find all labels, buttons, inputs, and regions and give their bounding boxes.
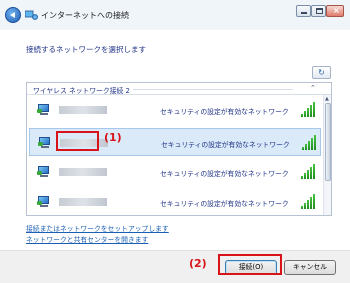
collapse-chevron-icon[interactable]: ⌃ [310, 84, 316, 92]
wireless-computer-icon [38, 137, 52, 150]
refresh-button[interactable]: ↻ [312, 66, 331, 79]
wireless-computer-icon [37, 196, 51, 209]
annotation-label-1: (1) [104, 131, 122, 144]
signal-bar [310, 167, 312, 179]
network-row[interactable]: セキュリティの設定が有効なネットワーク [29, 96, 321, 124]
signal-strength-icon [302, 135, 318, 150]
scroll-up-icon[interactable]: ▲ [325, 96, 329, 102]
network-security-label: セキュリティの設定が有効なネットワーク [160, 108, 289, 116]
signal-bar [307, 170, 309, 179]
signal-strength-icon [301, 164, 317, 179]
network-security-label: セキュリティの設定が有効なネットワーク [160, 200, 289, 208]
signal-bar [313, 102, 315, 117]
network-row[interactable]: セキュリティの設定が有効なネットワーク [29, 188, 321, 215]
close-button[interactable]: × [326, 5, 344, 17]
signal-bar [308, 141, 310, 150]
back-arrow-icon[interactable] [5, 7, 21, 23]
signal-bar [307, 108, 309, 117]
close-icon: × [333, 6, 340, 15]
signal-bar [304, 111, 306, 117]
signal-bar [313, 194, 315, 209]
signal-bar [311, 138, 313, 150]
scrollbar-thumb[interactable] [325, 103, 331, 181]
maximize-button[interactable] [311, 5, 326, 17]
cancel-button[interactable]: キャンセル [284, 260, 336, 275]
links-area: 接続またはネットワークをセットアップします ネットワークと共有センターを開きます [26, 224, 169, 246]
setup-connection-link[interactable]: 接続またはネットワークをセットアップします [26, 224, 169, 235]
signal-bar [301, 176, 303, 179]
signal-bar [304, 173, 306, 179]
network-security-label: セキュリティの設定が有効なネットワーク [160, 170, 289, 178]
minimize-icon [301, 12, 307, 14]
network-name-blurred [59, 198, 107, 206]
signal-bar [302, 147, 304, 150]
network-icon [25, 10, 38, 20]
title-bar: インターネットへの接続 × [0, 0, 350, 30]
network-group-header[interactable]: ワイヤレス ネットワーク接続 2 ⌃ [27, 83, 331, 95]
window-title: インターネットへの接続 [41, 11, 129, 20]
network-security-label: セキュリティの設定が有効なネットワーク [161, 141, 290, 149]
signal-bar [313, 164, 315, 179]
signal-bar [304, 203, 306, 209]
annotation-box-2 [218, 254, 282, 275]
signal-bar [307, 200, 309, 209]
wireless-computer-icon [37, 104, 51, 117]
wireless-computer-icon [37, 166, 51, 179]
annotation-label-2: (2) [189, 257, 207, 270]
group-divider [133, 89, 293, 90]
signal-strength-icon [301, 194, 317, 209]
signal-bar [301, 114, 303, 117]
dialog-footer: 接続(O) キャンセル [0, 250, 350, 283]
signal-bar [310, 105, 312, 117]
network-group-title: ワイヤレス ネットワーク接続 2 [33, 87, 130, 95]
network-name-blurred [59, 106, 107, 114]
network-row[interactable]: セキュリティの設定が有効なネットワーク [29, 158, 321, 186]
maximize-icon [316, 8, 323, 14]
minimize-button[interactable] [296, 5, 311, 17]
signal-bar [301, 206, 303, 209]
signal-strength-icon [301, 102, 317, 117]
signal-bar [310, 197, 312, 209]
annotation-box-1 [56, 131, 99, 151]
signal-bar [314, 135, 316, 150]
page-heading: 接続するネットワークを選択します [26, 45, 146, 54]
vertical-scrollbar[interactable]: ▲ [323, 95, 331, 215]
refresh-icon: ↻ [318, 68, 325, 77]
network-center-link[interactable]: ネットワークと共有センターを開きます [26, 235, 169, 246]
signal-bar [305, 144, 307, 150]
network-name-blurred [59, 168, 107, 176]
